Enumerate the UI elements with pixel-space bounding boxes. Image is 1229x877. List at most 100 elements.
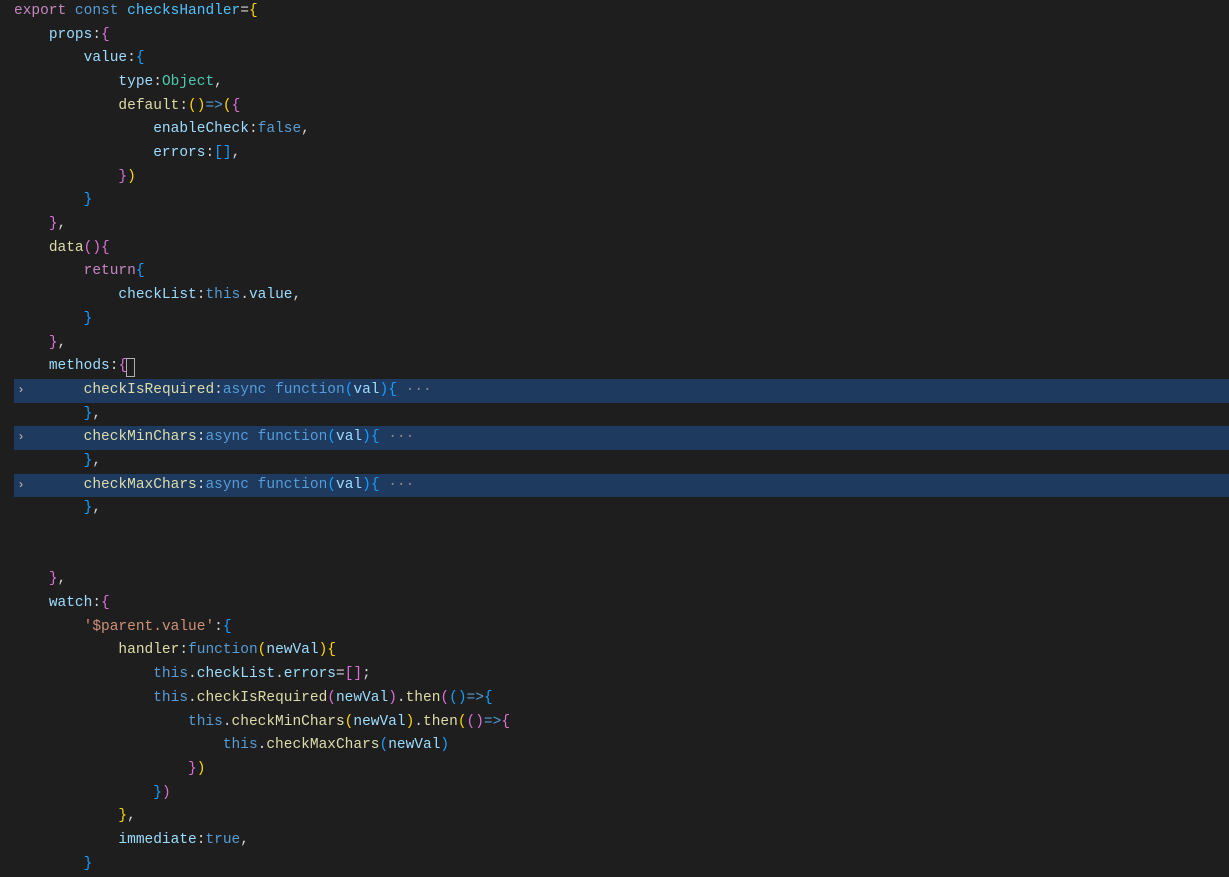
code-line[interactable]: }, xyxy=(14,569,1229,593)
brace: { xyxy=(388,379,397,403)
code-line-folded[interactable]: › checkMinChars:async function(val){ ··· xyxy=(14,426,1229,450)
code-line[interactable]: return{ xyxy=(14,261,1229,285)
code-line[interactable]: } xyxy=(14,853,1229,877)
brace: { xyxy=(371,474,380,498)
function-name: then xyxy=(423,711,458,735)
brace: { xyxy=(371,426,380,450)
fold-toggle[interactable]: › xyxy=(14,428,28,448)
brace: { xyxy=(232,95,241,119)
property: immediate xyxy=(118,829,196,853)
function-name: checkMinChars xyxy=(84,426,197,450)
property: enableCheck xyxy=(153,118,249,142)
parameter: newVal xyxy=(388,734,440,758)
keyword-const: const xyxy=(75,0,127,24)
code-line[interactable]: }, xyxy=(14,450,1229,474)
code-line[interactable]: this.checkList.errors=[]; xyxy=(14,663,1229,687)
identifier: checksHandler xyxy=(127,0,240,24)
brace: } xyxy=(118,166,127,190)
fold-toggle[interactable]: › xyxy=(14,476,28,496)
cursor-icon xyxy=(126,358,135,377)
function-name: checkMinChars xyxy=(232,711,345,735)
brace: { xyxy=(484,687,493,711)
code-line[interactable]: }, xyxy=(14,497,1229,521)
code-line[interactable]: this.checkMaxChars(newVal) xyxy=(14,734,1229,758)
brace: } xyxy=(84,308,93,332)
function-name: checkMaxChars xyxy=(266,734,379,758)
folded-indicator[interactable]: ··· xyxy=(380,474,415,498)
code-line[interactable]: value:{ xyxy=(14,47,1229,71)
brace: } xyxy=(49,332,58,356)
keyword-return: return xyxy=(84,260,136,284)
property: errors xyxy=(284,663,336,687)
code-line-folded[interactable]: › checkIsRequired:async function(val){ ·… xyxy=(14,379,1229,403)
parameter: newVal xyxy=(353,711,405,735)
parameter: val xyxy=(353,379,379,403)
keyword-async: async xyxy=(205,426,257,450)
code-line[interactable]: export const checksHandler={ xyxy=(14,0,1229,24)
property: value xyxy=(249,284,293,308)
code-line[interactable]: this.checkMinChars(newVal).then(()=>{ xyxy=(14,711,1229,735)
code-line[interactable]: }, xyxy=(14,332,1229,356)
keyword-async: async xyxy=(223,379,275,403)
property: checkList xyxy=(197,663,275,687)
folded-indicator[interactable]: ··· xyxy=(397,379,432,403)
code-line[interactable]: }) xyxy=(14,758,1229,782)
code-line[interactable]: }, xyxy=(14,213,1229,237)
property: type xyxy=(118,71,153,95)
brace: } xyxy=(49,568,58,592)
code-line[interactable]: } xyxy=(14,190,1229,214)
folded-indicator[interactable]: ··· xyxy=(380,426,415,450)
brace: } xyxy=(84,450,93,474)
string: '$parent.value' xyxy=(84,616,215,640)
function-name: checkIsRequired xyxy=(84,379,215,403)
property: checkList xyxy=(118,284,196,308)
parameter: val xyxy=(336,474,362,498)
keyword-export: export xyxy=(14,0,75,24)
code-line-folded[interactable]: › checkMaxChars:async function(val){ ··· xyxy=(14,474,1229,498)
brace: { xyxy=(101,237,110,261)
code-line[interactable]: type:Object, xyxy=(14,71,1229,95)
code-line[interactable]: methods:{ xyxy=(14,355,1229,379)
code-line[interactable]: default:()=>({ xyxy=(14,95,1229,119)
code-line[interactable]: data(){ xyxy=(14,237,1229,261)
brace: } xyxy=(188,758,197,782)
code-line[interactable]: handler:function(newVal){ xyxy=(14,640,1229,664)
property: methods xyxy=(49,355,110,379)
brace: { xyxy=(136,260,145,284)
brace: { xyxy=(136,47,145,71)
brace: { xyxy=(327,639,336,663)
parameter: val xyxy=(336,426,362,450)
code-line[interactable]: }) xyxy=(14,782,1229,806)
code-editor[interactable]: export const checksHandler={ props:{ val… xyxy=(0,0,1229,876)
brace: } xyxy=(84,853,93,877)
boolean: false xyxy=(258,118,302,142)
brace: { xyxy=(101,24,110,48)
code-line[interactable]: checkList:this.value, xyxy=(14,284,1229,308)
code-line[interactable]: } xyxy=(14,308,1229,332)
parameter: newVal xyxy=(336,687,388,711)
code-line[interactable]: }, xyxy=(14,403,1229,427)
fold-toggle[interactable]: › xyxy=(14,381,28,401)
code-line[interactable] xyxy=(14,545,1229,569)
keyword-this: this xyxy=(188,711,223,735)
function-name: handler xyxy=(118,639,179,663)
code-line[interactable]: props:{ xyxy=(14,24,1229,48)
function-name: then xyxy=(406,687,441,711)
code-line[interactable]: errors:[], xyxy=(14,142,1229,166)
type: Object xyxy=(162,71,214,95)
keyword-async: async xyxy=(205,474,257,498)
code-line[interactable]: '$parent.value':{ xyxy=(14,616,1229,640)
code-line[interactable]: this.checkIsRequired(newVal).then(()=>{ xyxy=(14,687,1229,711)
code-line[interactable]: watch:{ xyxy=(14,592,1229,616)
code-line[interactable] xyxy=(14,521,1229,545)
brace: { xyxy=(101,592,110,616)
keyword-this: this xyxy=(153,687,188,711)
keyword-function: function xyxy=(258,474,328,498)
chevron-right-icon: › xyxy=(17,428,24,448)
code-line[interactable]: immediate:true, xyxy=(14,829,1229,853)
code-line[interactable]: enableCheck:false, xyxy=(14,118,1229,142)
code-line[interactable]: }) xyxy=(14,166,1229,190)
keyword-function: function xyxy=(275,379,345,403)
property: value xyxy=(84,47,128,71)
code-line[interactable]: }, xyxy=(14,805,1229,829)
